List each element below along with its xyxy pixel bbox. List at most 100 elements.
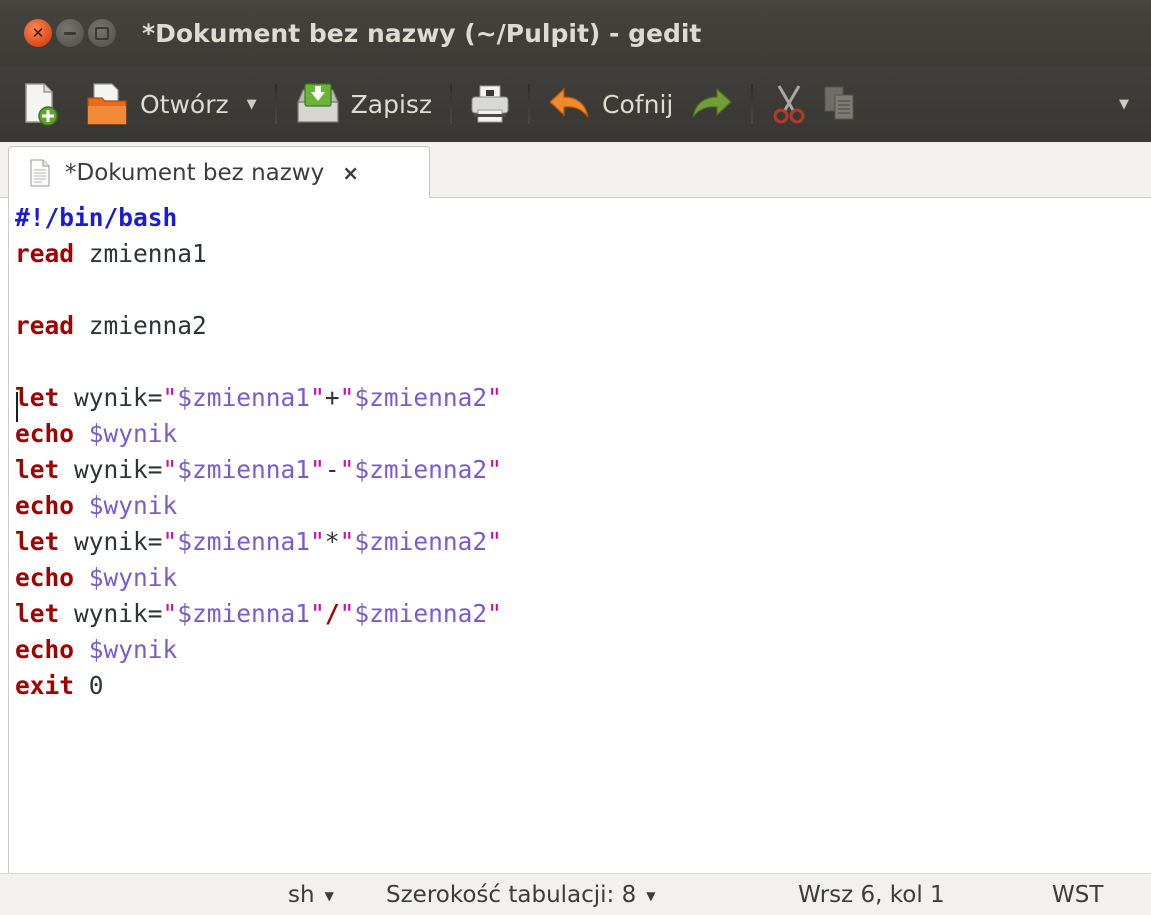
print-icon [471,85,509,123]
new-document-icon [25,83,58,126]
code-line[interactable]: let wynik="$zmienna1"/"$zmienna2" [15,596,502,632]
undo-label: Cofnij [602,89,674,119]
code-token: " [487,383,502,412]
toolbar-separator [274,84,277,124]
code-token: $zmienna2 [354,599,488,628]
copy-icon [824,86,854,120]
window-controls: ✕ [24,19,116,47]
code-token: #!/bin/bash [15,203,178,232]
code-token: wynik= [59,599,163,628]
code-token: let [15,527,60,556]
tab-close-button[interactable]: × [342,161,359,185]
code-line[interactable]: echo $wynik [15,560,177,596]
code-token: $zmienna2 [354,455,488,484]
open-recent-dropdown-icon[interactable]: ▼ [247,97,257,112]
toolbar-overflow-button[interactable]: ▼ [1111,74,1137,134]
undo-button[interactable]: Cofnij [540,74,681,134]
new-document-button[interactable] [14,74,66,134]
maximize-window-button[interactable] [88,19,116,47]
tab-width-selector[interactable]: Szerokość tabulacji: 8 ▼ [386,874,655,915]
code-token: $wynik [88,491,178,520]
code-token: let [15,383,60,412]
code-token: exit [15,671,75,700]
code-token: " [310,599,325,628]
title-bar[interactable]: ✕ *Dokument bez nazwy (~/Pulpit) - gedit [0,0,1151,66]
code-token: " [162,527,178,556]
code-token: wynik= [59,527,163,556]
toolbar: Otwórz ▼ Zapisz Cofnij ▼ [0,66,1151,142]
language-label: sh [288,882,315,908]
minimize-icon [64,31,76,35]
code-token: echo [15,491,75,520]
code-line[interactable]: echo $wynik [15,632,177,668]
print-button[interactable] [462,74,518,134]
save-label: Zapisz [350,89,433,119]
chevron-down-icon: ▼ [1119,96,1129,112]
open-folder-icon [87,83,127,125]
code-token: $zmienna1 [177,383,311,412]
code-token: " [487,599,502,628]
code-token: " [162,599,178,628]
code-token: echo [15,635,75,664]
open-label: Otwórz [140,89,229,119]
code-line[interactable]: let wynik="$zmienna1"*"$zmienna2" [15,524,502,560]
code-token: $zmienna1 [177,599,311,628]
cut-button[interactable] [763,74,815,134]
save-button[interactable]: Zapisz [287,74,440,134]
code-token: read [15,311,75,340]
code-token: $zmienna2 [354,383,488,412]
code-token: " [339,383,355,412]
tab-label: *Dokument bez nazwy [65,159,325,186]
minimize-window-button[interactable] [56,19,84,47]
close-icon: ✕ [31,23,45,42]
code-token: echo [15,563,75,592]
copy-button[interactable] [815,74,865,134]
tab-width-label: Szerokość tabulacji: 8 [386,882,637,908]
code-token: " [310,455,325,484]
scissors-icon [773,85,805,124]
code-line[interactable]: echo $wynik [15,488,177,524]
code-token: $zmienna1 [177,527,311,556]
code-line[interactable]: #!/bin/bash [15,200,177,236]
code-token: wynik= [59,383,163,412]
text-editor[interactable]: #!/bin/bash read zmienna1 read zmienna2 let… [8,198,1151,873]
code-line[interactable]: echo $wynik [15,416,177,452]
code-line[interactable]: exit 0 [15,668,104,704]
code-token: " [487,527,502,556]
status-bar: sh ▼ Szerokość tabulacji: 8 ▼ Wrsz 6, kol … [0,873,1151,915]
save-icon [297,83,339,123]
code-line[interactable]: let wynik="$zmienna1"+"$zmienna2" [15,380,502,416]
code-token: echo [15,419,75,448]
code-token: let [15,599,60,628]
code-token: 0 [74,671,104,700]
code-line[interactable]: read zmienna2 [15,308,207,344]
code-token: $zmienna1 [177,455,311,484]
language-selector[interactable]: sh ▼ [288,874,334,915]
toolbar-separator [528,84,531,124]
code-token: " [310,527,325,556]
tab-untitled-document[interactable]: *Dokument bez nazwy × [8,146,430,198]
code-token: $wynik [88,419,178,448]
text-document-icon [30,159,50,186]
open-button[interactable]: Otwórz ▼ [76,74,265,134]
code-token: " [487,455,502,484]
gedit-window: ✕ *Dokument bez nazwy (~/Pulpit) - gedit [0,0,1151,915]
redo-button[interactable] [681,74,741,134]
toolbar-separator [751,84,754,124]
code-token: - [324,455,340,484]
code-line[interactable]: read zmienna1 [15,236,207,272]
code-token: zmienna2 [74,311,207,340]
code-token: $zmienna2 [354,527,488,556]
code-token: " [162,383,178,412]
code-line[interactable]: let wynik="$zmienna1"-"$zmienna2" [15,452,502,488]
code-token: / [324,599,340,628]
code-token: zmienna1 [74,239,207,268]
redo-arrow-icon [692,87,733,118]
cursor-position: Wrsz 6, kol 1 [798,882,945,908]
close-window-button[interactable]: ✕ [24,19,52,47]
chevron-down-icon: ▼ [646,888,656,903]
code-token: wynik= [59,455,163,484]
code-token: " [339,455,355,484]
